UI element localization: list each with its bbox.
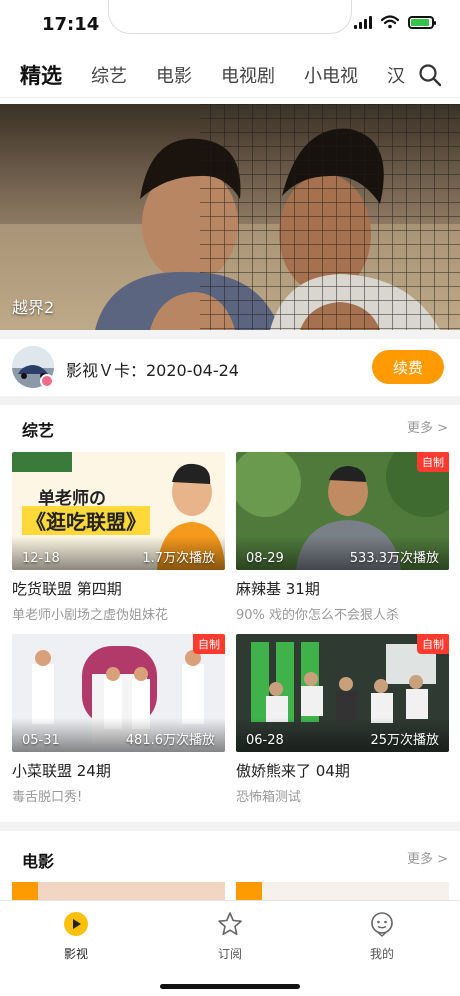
vip-corner-badge bbox=[12, 882, 38, 900]
section-title: 电影 bbox=[22, 852, 55, 871]
video-title: 傲娇熊来了 04期 bbox=[236, 762, 350, 780]
original-badge: 自制 bbox=[417, 452, 449, 472]
video-date: 05-31 bbox=[22, 733, 60, 748]
tab-variety[interactable]: 综艺 bbox=[91, 62, 127, 88]
home-indicator bbox=[160, 984, 300, 989]
video-card[interactable]: 自制 05-31 481.6万次播放 小菜联盟 24期 毒舌脱口秀! bbox=[12, 634, 225, 805]
video-date: 08-29 bbox=[246, 551, 284, 566]
tab-tv-series[interactable]: 电视剧 bbox=[221, 62, 275, 88]
play-count: 25万次播放 bbox=[370, 733, 439, 748]
status-time: 17:14 bbox=[42, 14, 100, 35]
thumbnail-caption-line2: 《逛吃联盟》 bbox=[22, 506, 150, 535]
video-subtitle: 90% 戏的你怎么不会狠人杀 bbox=[236, 608, 400, 623]
battery-icon bbox=[408, 15, 436, 29]
cellular-signal-icon bbox=[354, 15, 372, 29]
tab-more-partial[interactable]: 汉 bbox=[387, 62, 405, 88]
play-count: 1.7万次播放 bbox=[142, 551, 215, 566]
avatar-badge-icon bbox=[40, 374, 54, 388]
variety-section-header: 综艺 更多 > bbox=[0, 407, 460, 447]
movie-thumbnail-partial[interactable] bbox=[12, 882, 225, 900]
play-count: 533.3万次播放 bbox=[349, 551, 439, 566]
vip-corner-badge bbox=[236, 882, 262, 900]
tab-movies[interactable]: 电影 bbox=[156, 62, 192, 88]
banner-image bbox=[0, 104, 460, 330]
tab-featured[interactable]: 精选 bbox=[20, 60, 62, 90]
video-title: 小菜联盟 24期 bbox=[12, 762, 111, 780]
video-subtitle: 单老师小剧场之虚伪姐妹花 bbox=[12, 608, 169, 623]
featured-banner[interactable]: 越界2 bbox=[0, 104, 460, 330]
play-count: 481.6万次播放 bbox=[125, 733, 215, 748]
star-icon bbox=[218, 912, 242, 936]
tab-me[interactable]: 我的 bbox=[342, 911, 422, 962]
video-subtitle: 恐怖箱测试 bbox=[236, 790, 302, 805]
more-link[interactable]: 更多 > bbox=[407, 417, 448, 436]
video-thumbnail[interactable]: 自制 05-31 481.6万次播放 bbox=[12, 634, 225, 752]
tab-label: 订阅 bbox=[217, 947, 242, 961]
original-badge: 自制 bbox=[193, 634, 225, 654]
video-card[interactable]: 自制 06-28 25万次播放 傲娇熊来了 04期 恐怖箱测试 bbox=[236, 634, 449, 805]
video-card[interactable]: 单老师の 《逛吃联盟》 12-18 1.7万次播放 吃货联盟 第四期 单老师小剧… bbox=[12, 452, 225, 623]
section-title: 综艺 bbox=[22, 421, 55, 440]
original-badge: 自制 bbox=[417, 634, 449, 654]
video-thumbnail[interactable]: 自制 06-28 25万次播放 bbox=[236, 634, 449, 752]
video-title: 麻辣基 31期 bbox=[236, 580, 320, 598]
section-divider bbox=[0, 396, 460, 405]
tab-mini-tv[interactable]: 小电视 bbox=[304, 62, 358, 88]
video-subtitle: 毒舌脱口秀! bbox=[12, 790, 83, 805]
profile-face-icon bbox=[371, 912, 393, 937]
tab-subscribe[interactable]: 订阅 bbox=[190, 911, 270, 962]
renew-button[interactable]: 续费 bbox=[372, 350, 444, 384]
tab-video[interactable]: 影视 bbox=[36, 911, 116, 962]
video-date: 06-28 bbox=[246, 733, 284, 748]
movie-thumbnail-partial[interactable] bbox=[236, 882, 449, 900]
tab-label: 我的 bbox=[369, 947, 394, 961]
status-bar: 17:14 bbox=[0, 0, 460, 50]
vip-card-row: 影视Ｖ卡：2020-04-24 续费 bbox=[0, 338, 460, 396]
more-link[interactable]: 更多 > bbox=[407, 848, 448, 867]
video-thumbnail[interactable]: 自制 08-29 533.3万次播放 bbox=[236, 452, 449, 570]
video-thumbnail[interactable]: 单老师の 《逛吃联盟》 12-18 1.7万次播放 bbox=[12, 452, 225, 570]
tab-label: 影视 bbox=[63, 947, 88, 961]
section-divider bbox=[0, 822, 460, 831]
video-title: 吃货联盟 第四期 bbox=[12, 580, 122, 598]
top-category-nav: 精选 综艺 电影 电视剧 小电视 汉 bbox=[0, 52, 460, 98]
video-card[interactable]: 自制 08-29 533.3万次播放 麻辣基 31期 90% 戏的你怎么不会狠人… bbox=[236, 452, 449, 623]
bottom-tab-bar: 影视 订阅 我的 bbox=[0, 900, 460, 996]
device-notch bbox=[108, 0, 352, 34]
video-date: 12-18 bbox=[22, 551, 60, 566]
wifi-icon bbox=[381, 15, 399, 29]
movies-section-header: 电影 更多 > bbox=[0, 838, 460, 878]
banner-title: 越界2 bbox=[12, 298, 55, 317]
category-tabs: 精选 综艺 电影 电视剧 小电视 汉 bbox=[0, 60, 405, 90]
play-circle-icon bbox=[64, 912, 88, 936]
status-icons bbox=[354, 15, 436, 29]
search-icon[interactable] bbox=[418, 63, 442, 87]
vip-card-expiry: 影视Ｖ卡：2020-04-24 bbox=[66, 361, 239, 380]
